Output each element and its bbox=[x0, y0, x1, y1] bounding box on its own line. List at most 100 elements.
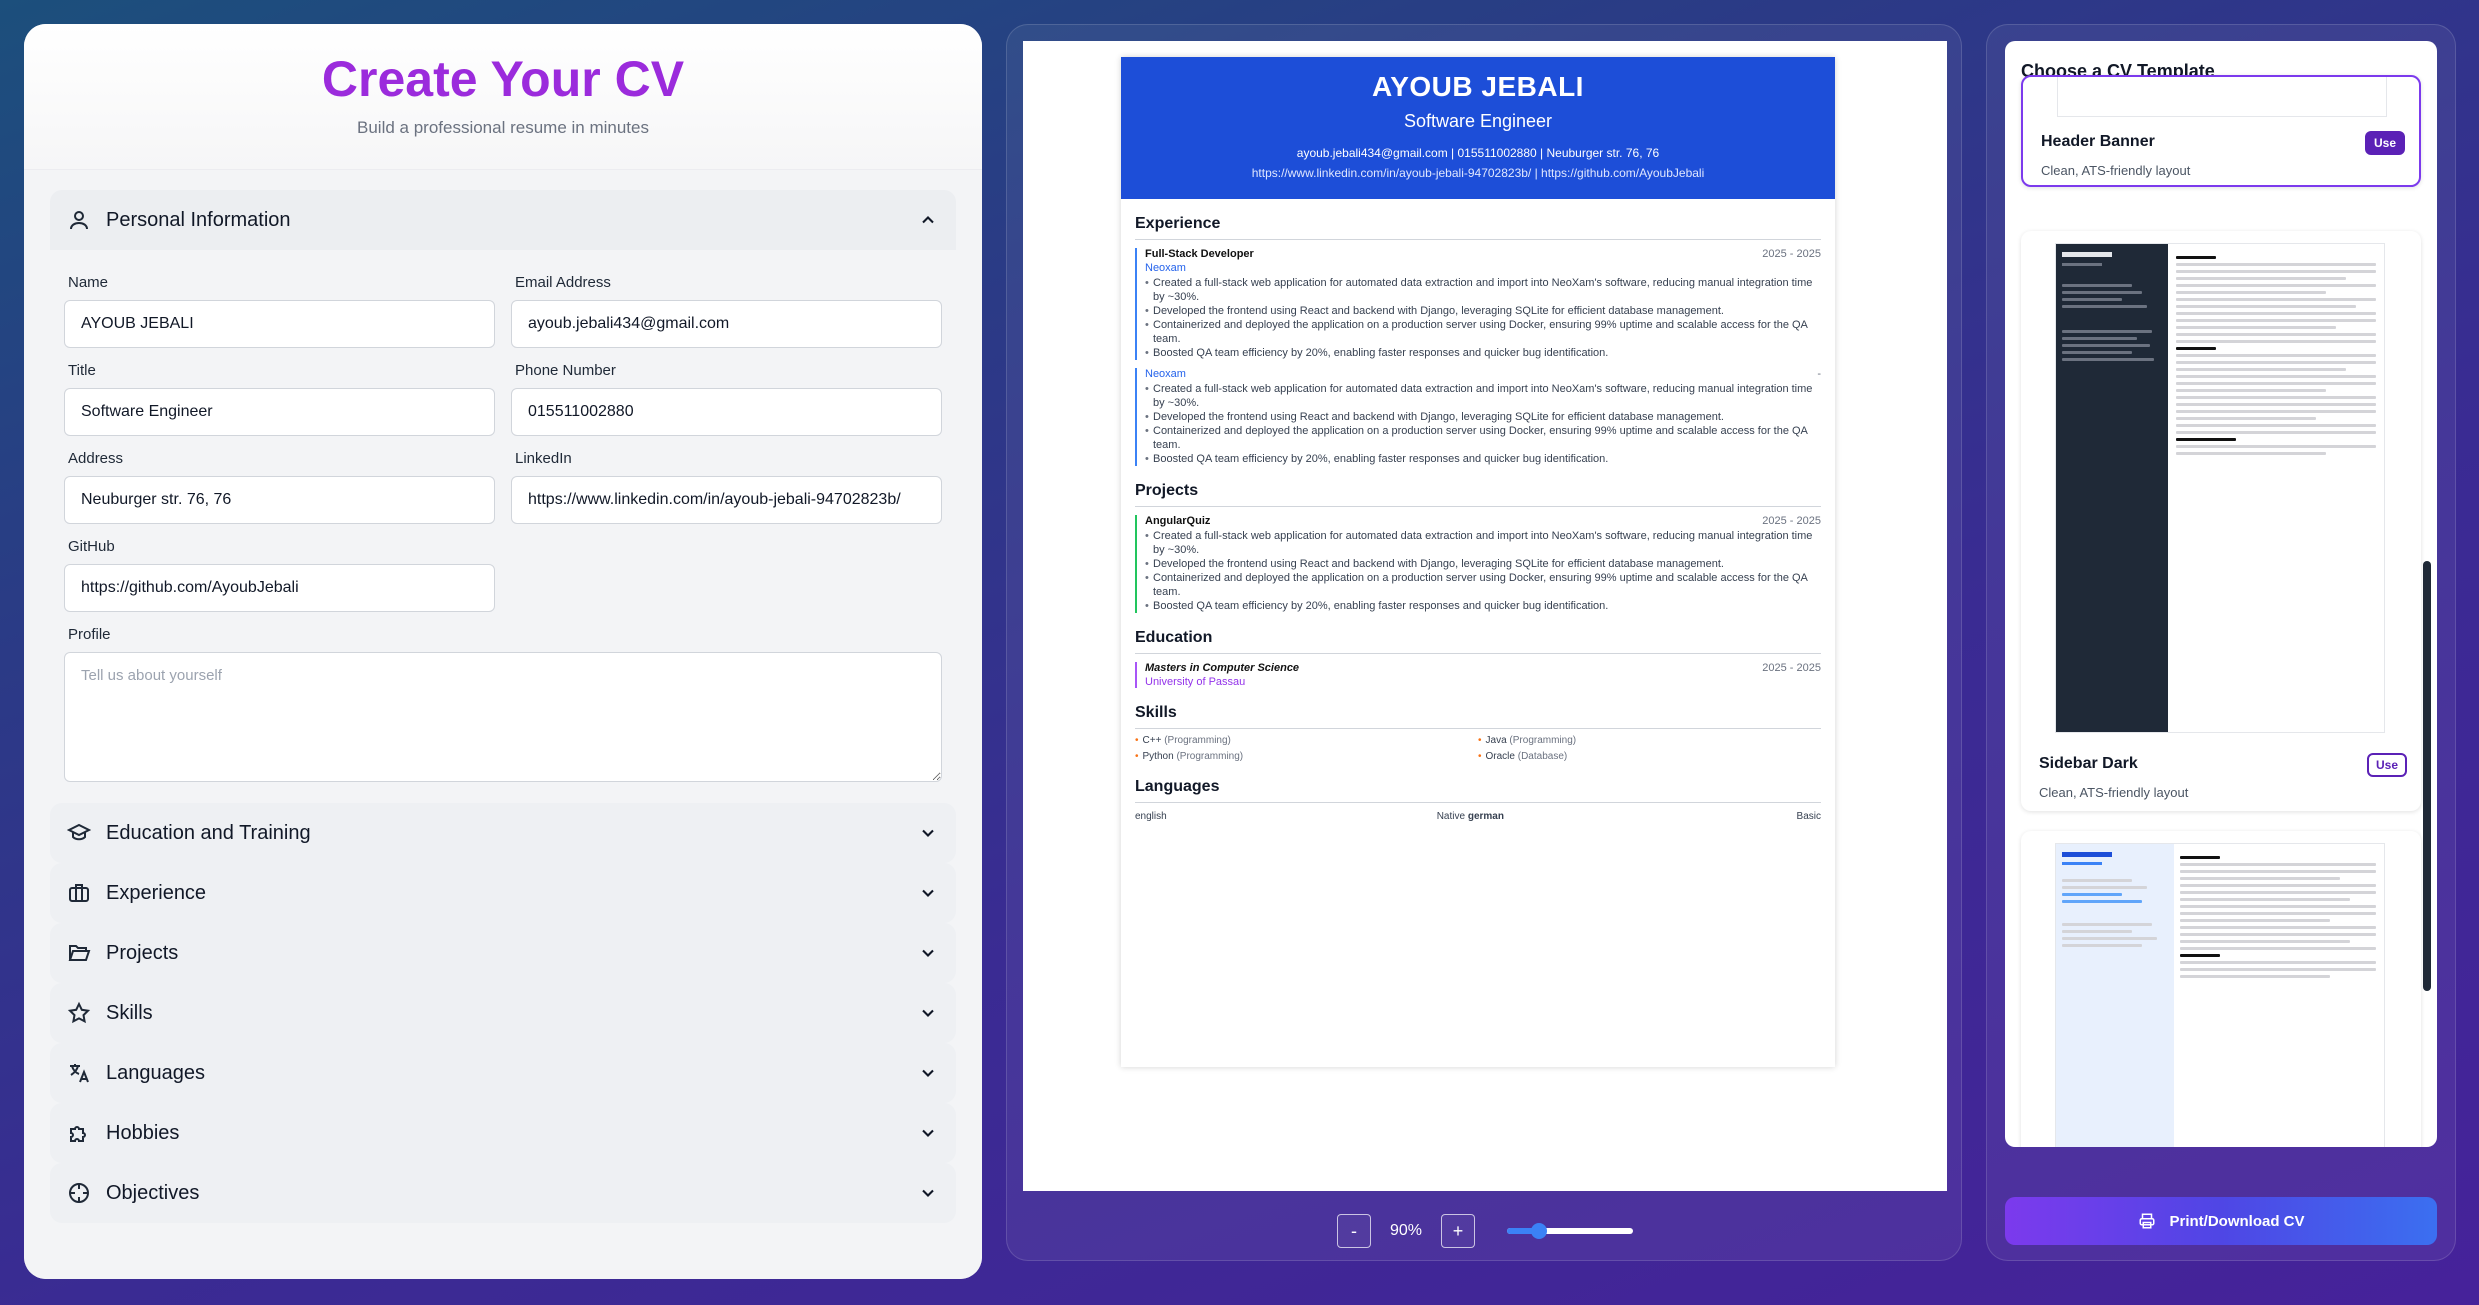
cv-experience-entry: Full-Stack Developer 2025 - 2025 Neoxam C… bbox=[1135, 248, 1821, 360]
profile-textarea[interactable] bbox=[64, 652, 942, 782]
entry-bullet: Developed the frontend using React and b… bbox=[1145, 304, 1821, 318]
zoom-slider-handle[interactable] bbox=[1530, 1223, 1547, 1239]
template-thumbnail bbox=[2055, 843, 2385, 1147]
cv-links: https://www.linkedin.com/in/ayoub-jebali… bbox=[1251, 166, 1705, 180]
printer-icon bbox=[2139, 1213, 2154, 1229]
language-level: Basic bbox=[1796, 811, 1821, 822]
name-field[interactable] bbox=[64, 300, 495, 348]
skill-item: • Python (Programming) bbox=[1135, 751, 1244, 762]
zoom-slider[interactable] bbox=[1507, 1223, 1633, 1239]
section-label: Languages bbox=[106, 1061, 205, 1084]
template-card-header-banner[interactable]: Header Banner Use Clean, ATS-friendly la… bbox=[2021, 75, 2421, 187]
chevron-down-icon[interactable] bbox=[918, 943, 938, 963]
entry-bullet: Created a full-stack web application for… bbox=[1145, 276, 1821, 304]
chevron-down-icon[interactable] bbox=[918, 1003, 938, 1023]
briefcase-icon bbox=[66, 880, 92, 906]
folder-open-icon bbox=[66, 940, 92, 966]
education-school: University of Passau bbox=[1145, 676, 1246, 688]
use-template-button[interactable]: Use bbox=[2365, 131, 2405, 155]
chevron-down-icon[interactable] bbox=[918, 883, 938, 903]
linkedin-field[interactable] bbox=[511, 476, 942, 524]
project-bullet: Developed the frontend using React and b… bbox=[1145, 557, 1821, 571]
chevron-up-icon[interactable] bbox=[918, 210, 938, 230]
user-icon bbox=[66, 207, 92, 233]
entry-bullet: Boosted QA team efficiency by 20%, enabl… bbox=[1145, 452, 1821, 466]
github-label: GitHub bbox=[68, 538, 115, 555]
cv-header-banner: AYOUB JEBALI Software Engineer ayoub.jeb… bbox=[1121, 57, 1835, 199]
section-languages[interactable]: Languages bbox=[50, 1043, 956, 1103]
chevron-down-icon[interactable] bbox=[918, 1183, 938, 1203]
address-field[interactable] bbox=[64, 476, 495, 524]
personal-information-section: Personal Information Name Email Address … bbox=[50, 190, 956, 803]
section-objectives[interactable]: Objectives bbox=[50, 1163, 956, 1223]
entry-org: Neoxam bbox=[1145, 262, 1186, 274]
entry-bullet: Containerized and deployed the applicati… bbox=[1145, 424, 1821, 452]
title-field[interactable] bbox=[64, 388, 495, 436]
section-education[interactable]: Education and Training bbox=[50, 803, 956, 863]
phone-field[interactable] bbox=[511, 388, 942, 436]
section-label: Objectives bbox=[106, 1181, 200, 1204]
zoom-controls: - 90% + bbox=[1007, 1211, 1963, 1251]
phone-label: Phone Number bbox=[515, 362, 616, 379]
use-template-button[interactable]: Use bbox=[2367, 753, 2407, 777]
section-projects[interactable]: Projects bbox=[50, 923, 956, 983]
template-scrollbar[interactable] bbox=[2423, 561, 2431, 991]
template-desc: Clean, ATS-friendly layout bbox=[2039, 785, 2189, 800]
entry-dates: 2025 - 2025 bbox=[1762, 248, 1821, 260]
zoom-in-button[interactable]: + bbox=[1441, 1214, 1475, 1248]
cv-skills-list: • C++ (Programming) • Java (Programming) •… bbox=[1135, 735, 1821, 762]
email-label: Email Address bbox=[515, 274, 611, 291]
template-desc: Clean, ATS-friendly layout bbox=[2041, 163, 2191, 178]
cv-contact: ayoub.jebali434@gmail.com | 015511002880… bbox=[1296, 146, 1660, 160]
preview-canvas[interactable]: AYOUB JEBALI Software Engineer ayoub.jeb… bbox=[1023, 41, 1947, 1191]
preview-panel: AYOUB JEBALI Software Engineer ayoub.jeb… bbox=[1006, 24, 1962, 1261]
cv-languages-list: english Native german Basic bbox=[1135, 811, 1821, 822]
entry-role: Full-Stack Developer bbox=[1145, 248, 1254, 260]
chevron-down-icon[interactable] bbox=[918, 1123, 938, 1143]
cv-experience-heading: Experience bbox=[1135, 215, 1821, 240]
address-label: Address bbox=[68, 450, 124, 467]
section-label: Skills bbox=[106, 1001, 153, 1024]
personal-information-header[interactable]: Personal Information bbox=[50, 190, 956, 250]
zoom-level: 90% bbox=[1389, 1222, 1423, 1239]
section-label: Projects bbox=[106, 941, 179, 964]
section-hobbies[interactable]: Hobbies bbox=[50, 1103, 956, 1163]
cv-languages-heading: Languages bbox=[1135, 778, 1821, 803]
puzzle-icon bbox=[66, 1120, 92, 1146]
page-subtitle: Build a professional resume in minutes bbox=[357, 118, 649, 137]
entry-bullet: Containerized and deployed the applicati… bbox=[1145, 318, 1821, 346]
template-card-sidebar-light[interactable] bbox=[2021, 831, 2421, 1147]
form-header: Create Your CV Build a professional resu… bbox=[24, 24, 982, 170]
language-name: english bbox=[1135, 811, 1167, 822]
section-title: Personal Information bbox=[106, 208, 291, 231]
skill-item: • Java (Programming) bbox=[1478, 735, 1577, 746]
section-skills[interactable]: Skills bbox=[50, 983, 956, 1043]
name-label: Name bbox=[68, 274, 109, 291]
template-card-sidebar-dark[interactable]: Sidebar Dark Use Clean, ATS-friendly lay… bbox=[2021, 231, 2421, 811]
cv-form-panel: Create Your CV Build a professional resu… bbox=[24, 24, 982, 1279]
cv-education-heading: Education bbox=[1135, 629, 1821, 654]
template-name: Header Banner bbox=[2041, 133, 2155, 150]
cv-preview-page: AYOUB JEBALI Software Engineer ayoub.jeb… bbox=[1121, 57, 1835, 1067]
github-field[interactable] bbox=[64, 564, 495, 612]
print-label: Print/Download CV bbox=[2169, 1212, 2305, 1230]
print-download-button[interactable]: Print/Download CV bbox=[2005, 1197, 2437, 1245]
chevron-down-icon[interactable] bbox=[918, 823, 938, 843]
project-bullet: Created a full-stack web application for… bbox=[1145, 529, 1821, 557]
skill-item: • Oracle (Database) bbox=[1478, 751, 1568, 762]
entry-bullet: Boosted QA team efficiency by 20%, enabl… bbox=[1145, 346, 1821, 360]
project-bullet: Boosted QA team efficiency by 20%, enabl… bbox=[1145, 599, 1821, 613]
profile-label: Profile bbox=[68, 626, 111, 643]
cv-name: AYOUB JEBALI bbox=[1372, 71, 1584, 102]
zoom-out-button[interactable]: - bbox=[1337, 1214, 1371, 1248]
section-experience[interactable]: Experience bbox=[50, 863, 956, 923]
chevron-down-icon[interactable] bbox=[918, 1063, 938, 1083]
template-thumbnail bbox=[2055, 243, 2385, 733]
template-panel: Choose a CV Template Header Banner Use C… bbox=[1986, 24, 2456, 1261]
template-name: Sidebar Dark bbox=[2039, 755, 2138, 772]
email-field[interactable] bbox=[511, 300, 942, 348]
graduation-cap-icon bbox=[66, 820, 92, 846]
cv-education-entry: Masters in Computer Science 2025 - 2025 U… bbox=[1135, 662, 1821, 688]
title-label: Title bbox=[68, 362, 96, 379]
template-list: Choose a CV Template Header Banner Use C… bbox=[2005, 41, 2437, 1147]
